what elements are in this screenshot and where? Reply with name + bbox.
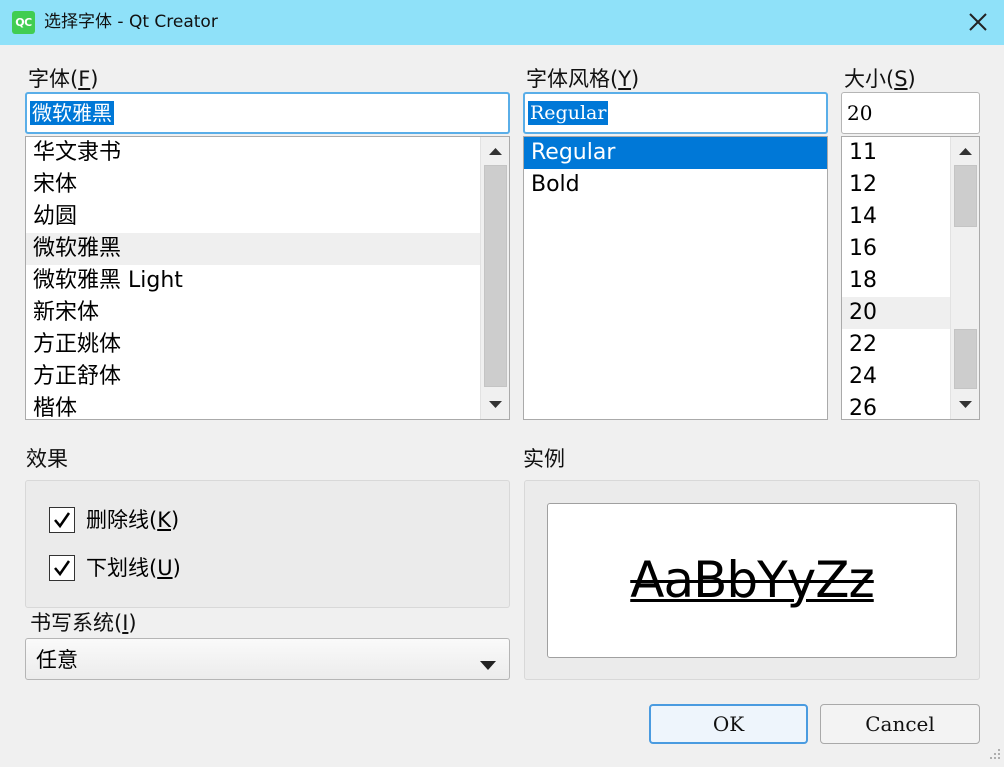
scrollbar-thumb[interactable] <box>484 165 507 387</box>
font-size-item[interactable]: 24 <box>842 361 950 393</box>
font-size-item[interactable]: 20 <box>842 297 950 329</box>
font-size-item[interactable]: 26 <box>842 393 950 419</box>
font-family-item[interactable]: 微软雅黑 Light <box>26 265 480 297</box>
font-family-list[interactable]: 华文隶书 宋体 幼圆 微软雅黑 微软雅黑 Light 新宋体 方正姚体 方正舒体 楷体 <box>25 136 510 420</box>
font-size-item[interactable]: 11 <box>842 137 950 169</box>
underline-label[interactable]: 下划线(U) <box>86 555 181 581</box>
font-family-label: 字体(F) <box>28 67 99 91</box>
sample-label: 实例 <box>523 447 565 471</box>
qt-creator-icon: QC <box>12 11 35 34</box>
font-family-item[interactable]: 方正姚体 <box>26 329 480 361</box>
writing-system-label: 书写系统(I) <box>30 611 137 635</box>
font-family-item[interactable]: 微软雅黑 <box>26 233 480 265</box>
font-family-input[interactable]: 微软雅黑 <box>25 92 510 134</box>
font-style-label: 字体风格(Y) <box>526 67 640 91</box>
font-size-input[interactable]: 20 <box>841 92 980 134</box>
font-family-item[interactable]: 华文隶书 <box>26 137 480 169</box>
font-style-item[interactable]: Regular <box>524 137 827 169</box>
effects-label: 效果 <box>26 447 68 471</box>
font-size-item[interactable]: 12 <box>842 169 950 201</box>
strikeout-checkbox[interactable] <box>49 507 75 533</box>
underline-checkbox[interactable] <box>49 555 75 581</box>
cancel-button[interactable]: Cancel <box>820 704 980 744</box>
scroll-down-icon[interactable] <box>951 390 979 419</box>
font-size-item[interactable]: 22 <box>842 329 950 361</box>
effects-group: 删除线(K) 下划线(U) <box>25 480 510 608</box>
font-size-label: 大小(S) <box>844 67 916 91</box>
font-size-list[interactable]: 11 12 14 16 18 20 22 24 26 <box>841 136 980 420</box>
font-family-item[interactable]: 宋体 <box>26 169 480 201</box>
writing-system-combo[interactable]: 任意 <box>25 638 510 680</box>
scroll-up-icon[interactable] <box>951 137 979 166</box>
scroll-up-icon[interactable] <box>481 137 509 166</box>
font-size-item[interactable]: 16 <box>842 233 950 265</box>
ok-button[interactable]: OK <box>649 704 808 744</box>
chevron-down-icon <box>480 656 496 675</box>
scroll-down-icon[interactable] <box>481 390 509 419</box>
font-style-list[interactable]: Regular Bold <box>523 136 828 420</box>
font-family-scrollbar[interactable] <box>480 137 509 419</box>
font-family-item[interactable]: 方正舒体 <box>26 361 480 393</box>
font-style-item[interactable]: Bold <box>524 169 827 201</box>
strikeout-label[interactable]: 删除线(K) <box>86 507 179 533</box>
sample-group: AaBbYyZz <box>524 480 980 680</box>
resize-grip-icon[interactable] <box>987 745 1001 764</box>
font-family-item[interactable]: 新宋体 <box>26 297 480 329</box>
title-bar: QC 选择字体 - Qt Creator <box>0 0 1004 45</box>
sample-text: AaBbYyZz <box>630 551 875 609</box>
window-title: 选择字体 - Qt Creator <box>44 12 218 32</box>
close-icon[interactable] <box>966 10 990 34</box>
font-size-scrollbar[interactable] <box>950 137 979 419</box>
scrollbar-thumb[interactable] <box>954 165 977 227</box>
font-style-input[interactable]: Regular <box>523 92 828 134</box>
font-size-item[interactable]: 18 <box>842 265 950 297</box>
font-size-item[interactable]: 14 <box>842 201 950 233</box>
font-family-item[interactable]: 楷体 <box>26 393 480 419</box>
sample-preview: AaBbYyZz <box>547 503 957 658</box>
font-family-item[interactable]: 幼圆 <box>26 201 480 233</box>
scrollbar-thumb-lower[interactable] <box>954 329 977 389</box>
